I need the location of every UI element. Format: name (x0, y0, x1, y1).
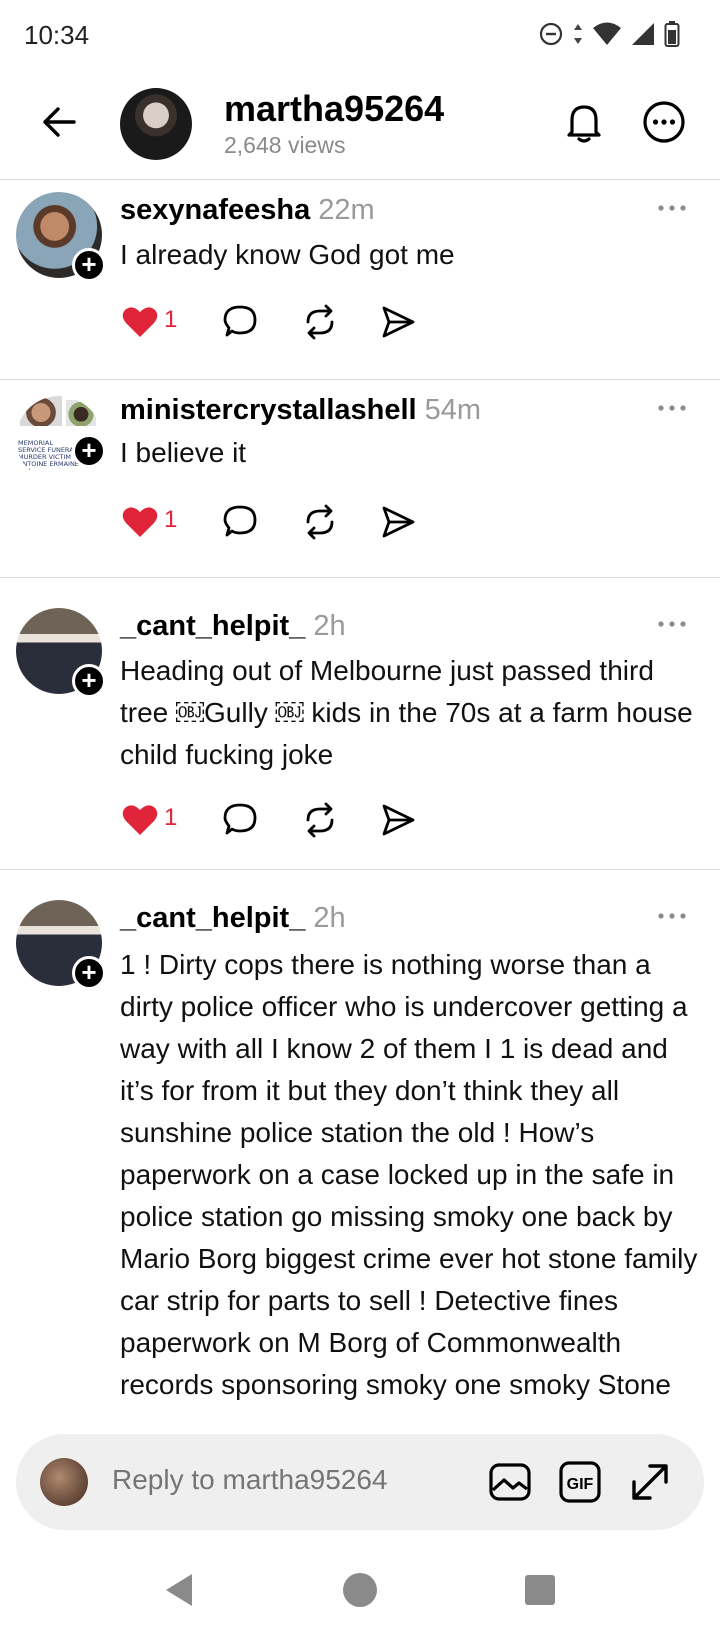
like-count: 1 (164, 306, 178, 333)
post-username[interactable]: _cant_helpit_ 2h (120, 902, 346, 935)
heart-icon[interactable] (120, 502, 160, 542)
post-text: 1 ! Dirty cops there is nothing worse th… (120, 949, 698, 1400)
post: MEMORIAL SERVICE FUNERAL MURDER VICTIM A… (0, 380, 720, 578)
nav-recents-icon[interactable] (520, 1570, 560, 1610)
share-icon[interactable] (378, 800, 418, 840)
post-actions: 1 (120, 800, 440, 840)
more-options-icon[interactable] (640, 98, 688, 146)
comment-icon[interactable] (220, 502, 260, 542)
post-time: 2h (313, 902, 346, 934)
post-more-icon[interactable] (656, 400, 688, 416)
username-text[interactable]: sexynafeesha (120, 194, 310, 226)
nav-back-icon[interactable] (160, 1570, 200, 1610)
share-icon[interactable] (378, 302, 418, 342)
reply-input[interactable] (112, 1464, 442, 1496)
battery-icon (664, 21, 680, 47)
share-icon[interactable] (378, 502, 418, 542)
follow-plus-icon[interactable]: + (72, 956, 106, 990)
repost-icon[interactable] (300, 302, 340, 342)
username-text[interactable]: _cant_helpit_ (120, 902, 305, 934)
post-username[interactable]: _cant_helpit_ 2h (120, 610, 346, 643)
comment-icon[interactable] (220, 302, 260, 342)
status-bar: 10:34 (0, 0, 720, 72)
post-username[interactable]: sexynafeesha 22m (120, 194, 375, 227)
system-nav-bar (0, 1560, 720, 1650)
repost-icon[interactable] (300, 800, 340, 840)
post-username[interactable]: ministercrystallashell 54m (120, 394, 481, 427)
bell-icon[interactable] (560, 98, 608, 146)
post-actions: 1 (120, 502, 440, 542)
views-count: 2,648 views (224, 132, 346, 158)
comment-icon[interactable] (220, 800, 260, 840)
post-text: I already know God got me (120, 239, 455, 270)
thread-header: martha95264 2,648 views (0, 72, 720, 180)
heart-icon[interactable] (120, 302, 160, 342)
avatar-photo-left (20, 396, 62, 426)
post-more-icon[interactable] (656, 908, 688, 924)
post: + _cant_helpit_ 2h 1 ! Dirty cops there i… (0, 870, 720, 1430)
like-count: 1 (164, 506, 178, 533)
reply-avatar (40, 1458, 88, 1506)
post-time: 22m (318, 194, 375, 226)
username-text[interactable]: _cant_helpit_ (120, 610, 305, 642)
post-text: I believe it (120, 437, 247, 468)
gif-icon[interactable]: GIF (556, 1458, 604, 1506)
follow-plus-icon[interactable]: + (72, 664, 106, 698)
expand-icon[interactable] (626, 1458, 674, 1506)
follow-plus-icon[interactable]: + (72, 248, 106, 282)
header-title[interactable]: martha95264 (224, 88, 444, 130)
post: + sexynafeesha 22m I already know God got… (0, 180, 720, 380)
reply-bar: GIF (16, 1434, 704, 1530)
post-text: Heading out of Melbourne just passed thi… (120, 655, 693, 770)
data-arrows-icon (574, 24, 582, 44)
nav-home-icon[interactable] (340, 1570, 380, 1610)
wifi-icon (593, 22, 621, 45)
header-avatar[interactable] (120, 88, 192, 160)
image-attach-icon[interactable] (486, 1458, 534, 1506)
post-actions: 1 (120, 302, 440, 342)
like-count: 1 (164, 804, 178, 831)
username-text[interactable]: ministercrystallashell (120, 394, 417, 426)
post-time: 54m (424, 394, 482, 426)
post-time: 2h (313, 610, 346, 642)
follow-plus-icon[interactable]: + (72, 434, 106, 468)
heart-icon[interactable] (120, 800, 160, 840)
status-icons (538, 20, 680, 48)
post: + _cant_helpit_ 2h Heading out of Melbour… (0, 578, 720, 870)
gif-label: GIF (567, 1476, 594, 1493)
repost-icon[interactable] (300, 502, 340, 542)
post-more-icon[interactable] (656, 616, 688, 632)
do-not-disturb-icon (539, 22, 563, 46)
post-more-icon[interactable] (656, 200, 688, 216)
status-time: 10:34 (24, 20, 90, 50)
back-arrow-icon[interactable] (36, 98, 84, 146)
avatar-photo-right (66, 400, 96, 426)
signal-icon (632, 23, 654, 45)
